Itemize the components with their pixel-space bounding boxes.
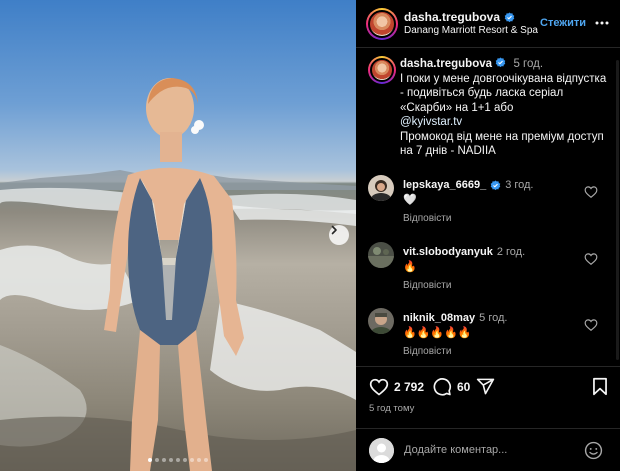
comment-input[interactable] — [404, 441, 574, 459]
comment-username[interactable]: niknik_08may — [403, 312, 475, 324]
post-actions: 2 792 60 5 год тому — [356, 366, 620, 420]
caption-mention[interactable]: @kyivstar.tv — [400, 116, 462, 128]
caption-username[interactable]: dasha.tregubova — [400, 58, 492, 70]
post-header: dasha.tregubova Danang Marriott Resort &… — [356, 0, 620, 48]
avatar-image — [368, 308, 394, 334]
follow-button[interactable]: Стежити — [540, 17, 586, 29]
heart-icon[interactable] — [584, 318, 598, 332]
caption-text-line1: І поки у мене довгоочікувана відпустка -… — [400, 72, 607, 114]
pagination-dot[interactable] — [155, 458, 159, 462]
comment-count: 60 — [457, 380, 471, 394]
comment-time: 3 год. — [505, 179, 534, 191]
pagination-dot[interactable] — [169, 458, 173, 462]
avatar-image — [368, 242, 394, 268]
save-button[interactable] — [591, 377, 609, 396]
post-photo[interactable] — [0, 0, 356, 471]
comment-username[interactable]: lepskaya_6669_ — [403, 179, 486, 191]
chevron-right-icon — [331, 225, 337, 235]
current-user-avatar — [369, 438, 394, 463]
caption-time: 5 год. — [513, 58, 544, 70]
post-panel: dasha.tregubova Danang Marriott Resort &… — [356, 0, 620, 471]
comment-text: 🔥 — [403, 261, 417, 273]
post-location[interactable]: Danang Marriott Resort & Spa — [404, 25, 538, 36]
comment-item: niknik_08may 5 год. 🔥🔥🔥🔥🔥 Відповісти — [356, 308, 620, 368]
pagination-dot[interactable] — [176, 458, 180, 462]
author-avatar[interactable] — [366, 8, 398, 40]
comment-avatar[interactable] — [368, 175, 394, 201]
comment-username[interactable]: vit.slobodyanyuk — [403, 246, 493, 258]
verified-icon — [495, 57, 506, 68]
comment-time: 2 год. — [496, 246, 526, 258]
like-button[interactable]: 2 792 — [369, 377, 424, 397]
like-count: 2 792 — [394, 380, 425, 394]
verified-icon — [490, 179, 501, 190]
caption-text-line2: Промокод від мене на преміум доступ на 7… — [400, 130, 604, 158]
comment-text: 🔥🔥🔥🔥🔥 — [403, 327, 472, 339]
author-username-text[interactable]: dasha.tregubova — [404, 10, 500, 24]
photo-illustration — [0, 78, 356, 471]
pagination-dot[interactable] — [204, 458, 208, 462]
comment-item: vit.slobodyanyuk 2 год. 🔥 Відповісти — [356, 242, 620, 302]
comment-button[interactable]: 60 — [432, 377, 470, 397]
share-icon — [476, 378, 495, 395]
comments-scrollbar[interactable] — [616, 60, 619, 360]
more-icon[interactable] — [594, 15, 610, 31]
pagination-dot[interactable] — [197, 458, 201, 462]
emoji-icon[interactable] — [584, 441, 603, 460]
pagination-dot[interactable] — [148, 458, 152, 462]
comment-avatar[interactable] — [368, 308, 394, 334]
comment-time: 5 год. — [479, 312, 508, 324]
comment-text: 🤍 — [403, 194, 417, 206]
user-placeholder-icon — [369, 438, 394, 463]
heart-icon[interactable] — [584, 185, 598, 199]
reply-button[interactable]: Відповісти — [403, 346, 451, 357]
pagination-dot[interactable] — [190, 458, 194, 462]
save-icon — [593, 377, 607, 396]
avatar-image — [368, 175, 394, 201]
pagination-dot[interactable] — [162, 458, 166, 462]
comment-avatar[interactable] — [368, 242, 394, 268]
verified-icon — [504, 11, 515, 22]
author-username[interactable]: dasha.tregubova — [404, 10, 515, 24]
heart-icon[interactable] — [584, 252, 598, 266]
comment-icon — [433, 378, 452, 396]
next-image-button[interactable] — [329, 225, 349, 245]
share-button[interactable] — [476, 377, 495, 396]
post-time[interactable]: 5 год тому — [369, 403, 414, 414]
heart-icon — [369, 378, 389, 396]
comment-item: lepskaya_6669_ 3 год. 🤍 Відповісти — [356, 175, 620, 235]
caption-avatar[interactable] — [368, 56, 396, 84]
add-comment-bar — [356, 428, 620, 471]
pagination-dot[interactable] — [183, 458, 187, 462]
reply-button[interactable]: Відповісти — [403, 213, 451, 224]
image-pagination — [0, 458, 356, 462]
reply-button[interactable]: Відповісти — [403, 280, 451, 291]
